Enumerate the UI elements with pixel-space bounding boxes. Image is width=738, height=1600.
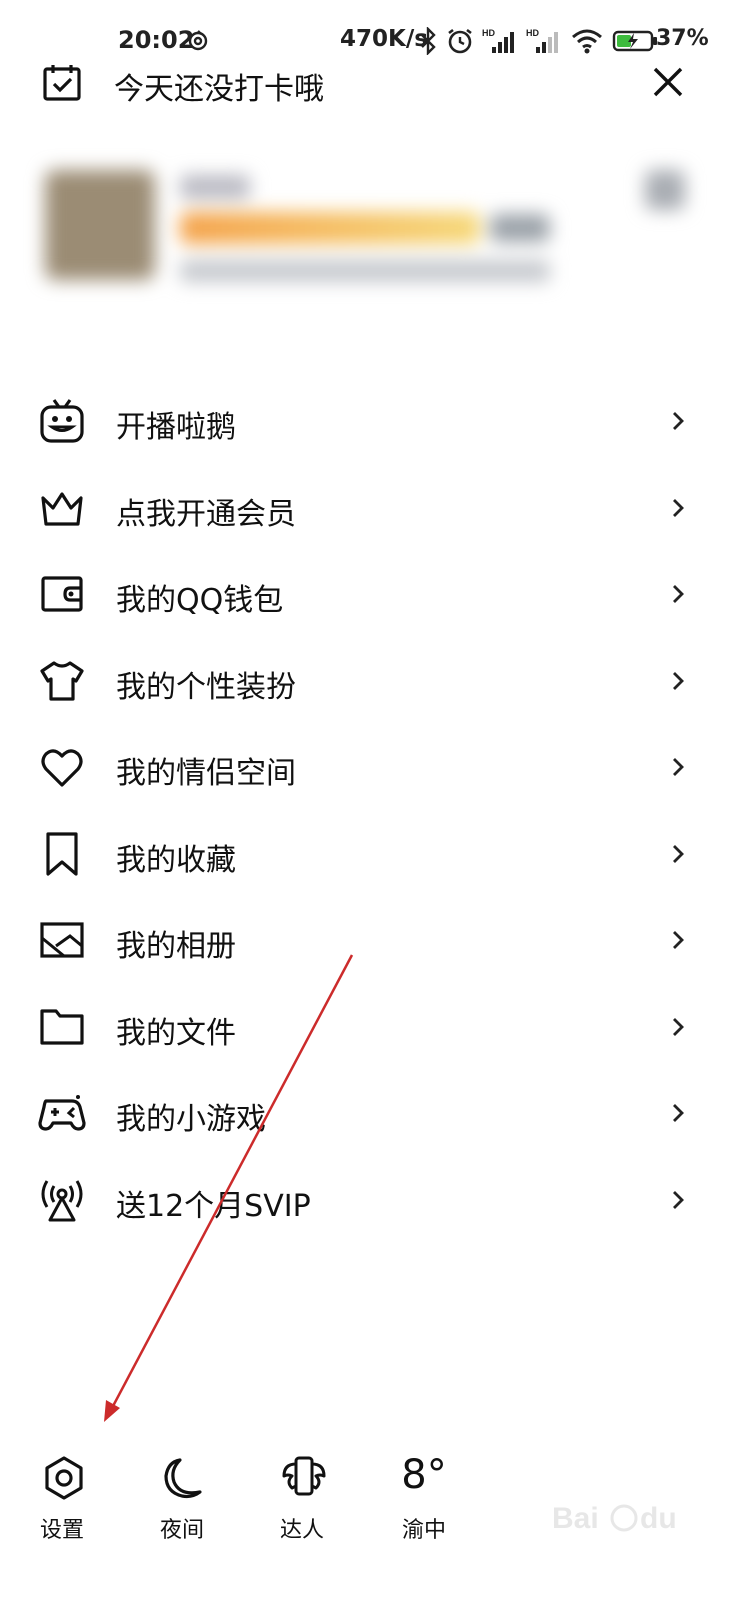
heart-icon bbox=[38, 743, 86, 791]
svg-text:HD: HD bbox=[482, 28, 495, 38]
svg-text:HD: HD bbox=[526, 28, 539, 38]
chevron-right-icon bbox=[673, 671, 684, 690]
expert-button[interactable]: 达人 bbox=[252, 1440, 352, 1560]
photo-icon bbox=[38, 916, 86, 964]
night-mode-button[interactable]: 夜间 bbox=[132, 1440, 232, 1560]
menu-item-label: 我的相册 bbox=[116, 929, 236, 964]
chevron-right-icon bbox=[673, 1104, 684, 1122]
nfc-icon bbox=[188, 30, 208, 51]
menu-item-svip-gift[interactable]: 送12个月SVIP bbox=[0, 1156, 738, 1243]
signature-blurred bbox=[180, 260, 550, 282]
menu-item-album[interactable]: 我的相册 bbox=[0, 896, 738, 983]
chevron-right-icon bbox=[673, 1190, 684, 1209]
status-bar: 20:02 470K/s HD HD 37% bbox=[0, 0, 738, 60]
weather-temp: 8° bbox=[401, 1452, 447, 1498]
level-badge-blurred bbox=[490, 214, 550, 242]
expert-label: 达人 bbox=[279, 1518, 324, 1543]
menu-item-label: 我的收藏 bbox=[116, 842, 236, 878]
weather-widget[interactable]: 8° 渝中 bbox=[374, 1440, 474, 1560]
menu-item-label: 我的QQ钱包 bbox=[116, 583, 284, 618]
menu-item-couple-space[interactable]: 我的情侣空间 bbox=[0, 723, 738, 810]
menu-item-favorites[interactable]: 我的收藏 bbox=[0, 810, 738, 897]
menu-item-minigames[interactable]: 我的小游戏 bbox=[0, 1069, 738, 1156]
crown-icon bbox=[38, 484, 86, 532]
battery-percent: 37% bbox=[656, 26, 709, 51]
bluetooth-icon bbox=[421, 27, 436, 55]
gamepad-icon bbox=[38, 1089, 86, 1137]
checkin-text: 今天还没打卡哦 bbox=[114, 72, 324, 107]
network-speed: 470K/s bbox=[340, 26, 428, 52]
wallet-icon bbox=[38, 570, 86, 618]
battery-charging-icon bbox=[612, 30, 657, 52]
avatar[interactable] bbox=[45, 170, 155, 280]
signal-hd-icon: HD bbox=[482, 28, 514, 53]
folder-icon bbox=[38, 1003, 86, 1051]
svg-text:du: du bbox=[640, 1502, 677, 1535]
signal-hd-icon: HD bbox=[526, 28, 558, 53]
moon-icon bbox=[164, 1458, 202, 1499]
qr-code-icon[interactable] bbox=[645, 170, 685, 210]
chevron-right-icon bbox=[673, 844, 684, 863]
menu-item-label: 我的个性装扮 bbox=[116, 669, 296, 705]
gear-icon bbox=[45, 1456, 83, 1500]
profile-card[interactable] bbox=[30, 150, 710, 310]
profile-name-blurred bbox=[180, 175, 250, 199]
tv-mascot-icon bbox=[38, 397, 86, 445]
chevron-right-icon bbox=[673, 498, 684, 517]
status-icons: HD HD bbox=[418, 26, 660, 56]
svg-text:Bai: Bai bbox=[552, 1502, 599, 1535]
menu-item-membership[interactable]: 点我开通会员 bbox=[0, 464, 738, 551]
menu-item-label: 开播啦鹅 bbox=[116, 410, 236, 445]
wifi-icon bbox=[572, 29, 602, 54]
chevron-right-icon bbox=[673, 585, 684, 603]
bookmark-icon bbox=[38, 830, 86, 878]
status-time: 20:02 bbox=[118, 26, 195, 54]
menu-item-label: 我的情侣空间 bbox=[116, 756, 296, 791]
weather-city: 渝中 bbox=[401, 1518, 446, 1543]
drawer-menu: 开播啦鹅 点我开通会员 我的QQ钱包 我的个性装扮 我的情侣空间 我的收藏 我的… bbox=[0, 377, 738, 1242]
menu-item-label: 点我开通会员 bbox=[116, 496, 296, 532]
chevron-right-icon bbox=[673, 758, 684, 776]
chevron-right-icon bbox=[673, 1017, 684, 1036]
chevron-right-icon bbox=[673, 412, 684, 430]
menu-item-dressup[interactable]: 我的个性装扮 bbox=[0, 637, 738, 724]
night-label: 夜间 bbox=[159, 1518, 204, 1543]
calendar-check-icon bbox=[43, 65, 81, 101]
close-icon[interactable] bbox=[648, 62, 688, 102]
menu-item-live[interactable]: 开播啦鹅 bbox=[0, 377, 738, 464]
broadcast-icon bbox=[38, 1176, 86, 1224]
checkin-row[interactable]: 今天还没打卡哦 bbox=[0, 58, 738, 108]
settings-button[interactable]: 设置 bbox=[12, 1440, 112, 1560]
menu-item-label: 送12个月SVIP bbox=[116, 1188, 311, 1224]
settings-label: 设置 bbox=[39, 1518, 84, 1543]
menu-item-files[interactable]: 我的文件 bbox=[0, 983, 738, 1070]
tshirt-icon bbox=[38, 657, 86, 705]
baidu-watermark-logo: Bai du bbox=[552, 1502, 677, 1535]
winged-phone-icon bbox=[282, 1456, 326, 1496]
menu-item-label: 我的文件 bbox=[116, 1015, 236, 1051]
alarm-icon bbox=[448, 28, 472, 54]
chevron-right-icon bbox=[673, 931, 684, 949]
menu-item-label: 我的小游戏 bbox=[116, 1102, 266, 1137]
vip-badge-blurred bbox=[180, 212, 480, 244]
menu-item-wallet[interactable]: 我的QQ钱包 bbox=[0, 550, 738, 637]
